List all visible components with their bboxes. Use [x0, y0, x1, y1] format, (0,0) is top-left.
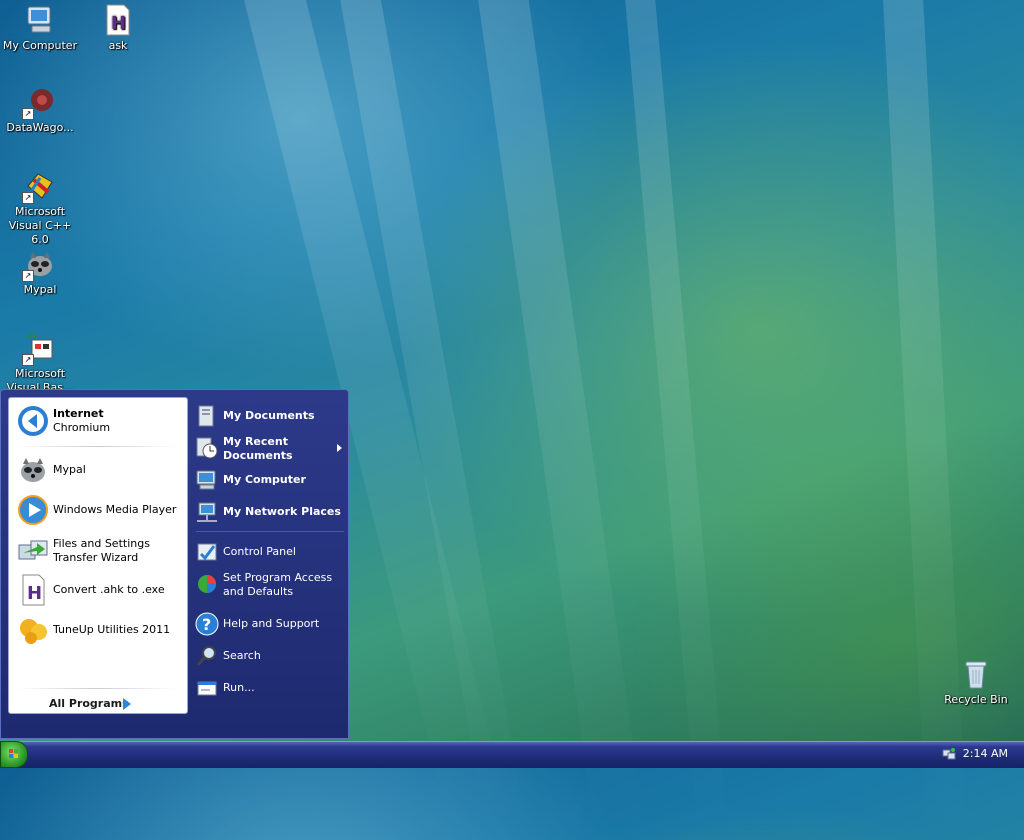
pinned-item-subtitle: Chromium — [53, 421, 111, 434]
svg-text:H: H — [111, 13, 126, 34]
shortcut-arrow-icon: ↗ — [22, 270, 34, 282]
pinned-item-title: Internet — [53, 407, 104, 420]
network-tray-icon[interactable] — [942, 746, 956, 760]
right-item-help-and-support[interactable]: ? Help and Support — [194, 610, 344, 638]
mypal-icon: ↗ — [22, 248, 56, 282]
tuneup-icon — [17, 614, 49, 646]
media-player-icon — [17, 494, 49, 526]
shortcut-arrow-icon: ↗ — [22, 108, 34, 120]
search-icon — [195, 644, 219, 668]
ahk-script-icon: H — [102, 4, 134, 36]
all-programs-separator — [17, 688, 177, 689]
pinned-item-internet[interactable]: Internet Chromium — [15, 404, 185, 438]
right-item-control-panel[interactable]: Control Panel — [194, 538, 344, 566]
documents-icon — [195, 404, 219, 428]
recent-item-windows-media-player[interactable]: Windows Media Player — [15, 493, 185, 527]
windows-logo-icon — [9, 749, 18, 758]
desktop-icon-my-computer[interactable]: My Computer — [0, 4, 80, 53]
right-item-my-documents[interactable]: My Documents — [194, 402, 344, 430]
ahk-convert-icon: H — [17, 574, 49, 606]
desktop-icon-visual-cpp[interactable]: ↗ Microsoft Visual C++ 6.0 — [0, 170, 80, 247]
run-icon — [195, 676, 219, 700]
start-menu-left-pane: Internet Chromium Mypal Windows Media Pl… — [8, 397, 188, 714]
transfer-wizard-icon — [17, 535, 49, 567]
right-item-my-network-places[interactable]: My Network Places — [194, 498, 344, 526]
right-item-search[interactable]: Search — [194, 642, 344, 670]
datawagon-icon: ↗ — [22, 86, 56, 120]
right-item-my-recent-documents[interactable]: My Recent Documents — [194, 434, 344, 462]
all-programs-label[interactable]: All Programs — [49, 697, 129, 710]
control-panel-icon — [195, 540, 219, 564]
recent-item-mypal[interactable]: Mypal — [15, 453, 185, 487]
network-places-icon — [195, 500, 219, 524]
help-icon: ? — [195, 612, 219, 636]
shortcut-arrow-icon: ↗ — [22, 354, 34, 366]
right-pane-separator — [196, 531, 344, 532]
desktop-icon-datawagon[interactable]: ↗ DataWago... — [0, 86, 80, 135]
right-item-set-program-access[interactable]: Set Program Access and Defaults — [194, 570, 344, 598]
recent-item-transfer-wizard[interactable]: Files and Settings Transfer Wizard — [15, 534, 185, 568]
desktop-icon-recycle-bin[interactable]: Recycle Bin — [936, 658, 1016, 707]
my-computer-icon — [195, 468, 219, 492]
visual-basic-icon: ↗ — [22, 332, 56, 366]
right-item-run[interactable]: Run... — [194, 674, 344, 702]
shortcut-arrow-icon: ↗ — [22, 192, 34, 204]
pinned-separator — [17, 446, 177, 447]
submenu-arrow-icon — [337, 444, 342, 452]
taskbar — [0, 741, 1024, 768]
recent-item-convert-ahk[interactable]: H Convert .ahk to .exe — [15, 573, 185, 607]
chromium-icon — [17, 405, 49, 437]
desktop-icon-mypal[interactable]: ↗ Mypal — [0, 248, 80, 297]
program-access-icon — [195, 572, 219, 596]
start-button[interactable] — [0, 741, 28, 768]
right-item-my-computer[interactable]: My Computer — [194, 466, 344, 494]
desktop-icon-visual-basic[interactable]: ↗ Microsoft Visual Bas... — [0, 332, 80, 395]
taskbar-clock[interactable]: 2:14 AM — [963, 747, 1008, 760]
svg-text:?: ? — [202, 615, 211, 634]
recent-item-tuneup[interactable]: TuneUp Utilities 2011 — [15, 613, 185, 647]
my-computer-icon — [24, 4, 56, 36]
all-programs-arrow-icon[interactable] — [123, 698, 131, 710]
recycle-bin-icon — [960, 658, 992, 690]
recent-documents-icon — [195, 436, 219, 460]
visual-cpp-icon: ↗ — [22, 170, 56, 204]
mypal-icon — [17, 454, 49, 486]
svg-text:H: H — [27, 583, 42, 604]
desktop-icon-ask[interactable]: H ask — [78, 4, 158, 53]
